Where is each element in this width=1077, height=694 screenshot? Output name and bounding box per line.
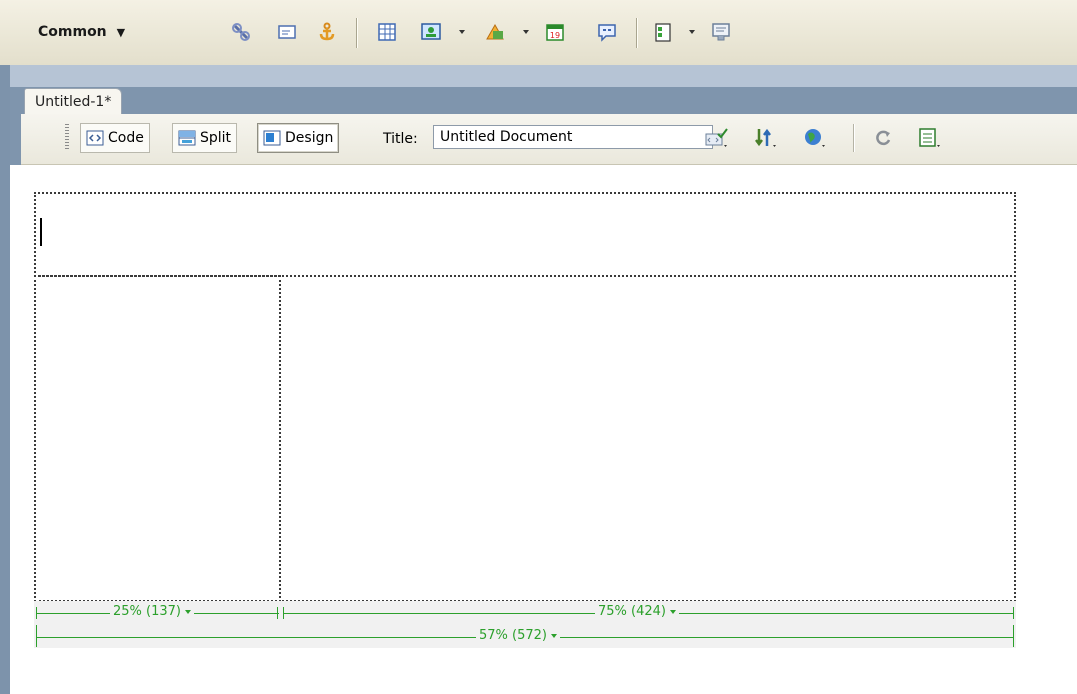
code-view-label: Code: [108, 130, 144, 146]
split-view-icon: [178, 130, 196, 146]
code-view-button[interactable]: Code: [80, 123, 150, 153]
left-column-width-menu[interactable]: 25% (137): [110, 604, 194, 619]
toolbar-separator: [356, 18, 357, 48]
right-column-width-menu[interactable]: 75% (424): [595, 604, 679, 619]
date-icon[interactable]: 19: [544, 21, 566, 43]
design-view-icon: [263, 130, 281, 146]
image-icon[interactable]: [420, 21, 442, 43]
frame-top-band: [0, 65, 1077, 87]
validate-markup-icon[interactable]: [704, 126, 730, 150]
code-view-icon: [86, 130, 104, 146]
comment-icon[interactable]: [596, 21, 618, 43]
svg-text:19: 19: [550, 31, 560, 40]
templates-icon[interactable]: [652, 21, 674, 43]
insert-category-label: Common: [38, 24, 107, 40]
insert-category-dropdown[interactable]: Common ▼: [38, 24, 125, 40]
hyperlink-icon[interactable]: [230, 21, 252, 43]
title-label: Title:: [383, 131, 418, 147]
chevron-down-icon: [669, 609, 676, 614]
chevron-down-icon: [184, 609, 191, 614]
width-tick: [1013, 607, 1014, 619]
table-width-label: 57% (572): [479, 628, 547, 643]
image-dropdown-arrow[interactable]: [458, 28, 466, 36]
width-tick: [1013, 625, 1014, 647]
text-insertion-caret: [40, 218, 42, 246]
toolbar-grip[interactable]: [65, 124, 69, 150]
preview-browser-icon[interactable]: [802, 126, 828, 150]
named-anchor-icon[interactable]: [316, 21, 338, 43]
table-header-cell[interactable]: [34, 192, 1016, 277]
table-width-menu[interactable]: 57% (572): [476, 628, 560, 643]
right-column-width-label: 75% (424): [598, 604, 666, 619]
chevron-down-icon: ▼: [116, 26, 126, 39]
insert-bar: Common ▼ 19: [0, 0, 1077, 66]
file-management-icon[interactable]: [752, 126, 778, 150]
table-icon[interactable]: [376, 21, 398, 43]
email-link-icon[interactable]: [276, 21, 298, 43]
toolbar-separator: [636, 18, 637, 48]
document-toolbar: Code Split Design Title:: [21, 114, 1077, 165]
toolbar-separator: [853, 124, 854, 152]
design-view-label: Design: [285, 130, 334, 146]
table-width-indicators: 25% (137) 75% (424) 57% (572): [34, 601, 1016, 648]
document-tab-label: Untitled-1*: [35, 94, 112, 110]
view-options-icon[interactable]: [917, 126, 943, 150]
table-left-cell[interactable]: [34, 275, 281, 602]
media-dropdown-arrow[interactable]: [522, 28, 530, 36]
design-view-button[interactable]: Design: [257, 123, 340, 153]
frame-left-edge: [0, 65, 10, 694]
chevron-down-icon: [550, 633, 557, 638]
left-column-width-label: 25% (137): [113, 604, 181, 619]
document-tab[interactable]: Untitled-1*: [24, 88, 123, 115]
split-view-label: Split: [200, 130, 232, 146]
tag-chooser-icon[interactable]: [710, 21, 732, 43]
width-tick: [36, 625, 37, 647]
refresh-icon[interactable]: [871, 126, 897, 150]
split-view-button[interactable]: Split: [172, 123, 238, 153]
templates-dropdown-arrow[interactable]: [688, 28, 696, 36]
table-right-cell[interactable]: [279, 275, 1016, 602]
width-tick: [277, 607, 278, 619]
media-icon[interactable]: [484, 21, 506, 43]
document-title-input[interactable]: [433, 125, 713, 149]
